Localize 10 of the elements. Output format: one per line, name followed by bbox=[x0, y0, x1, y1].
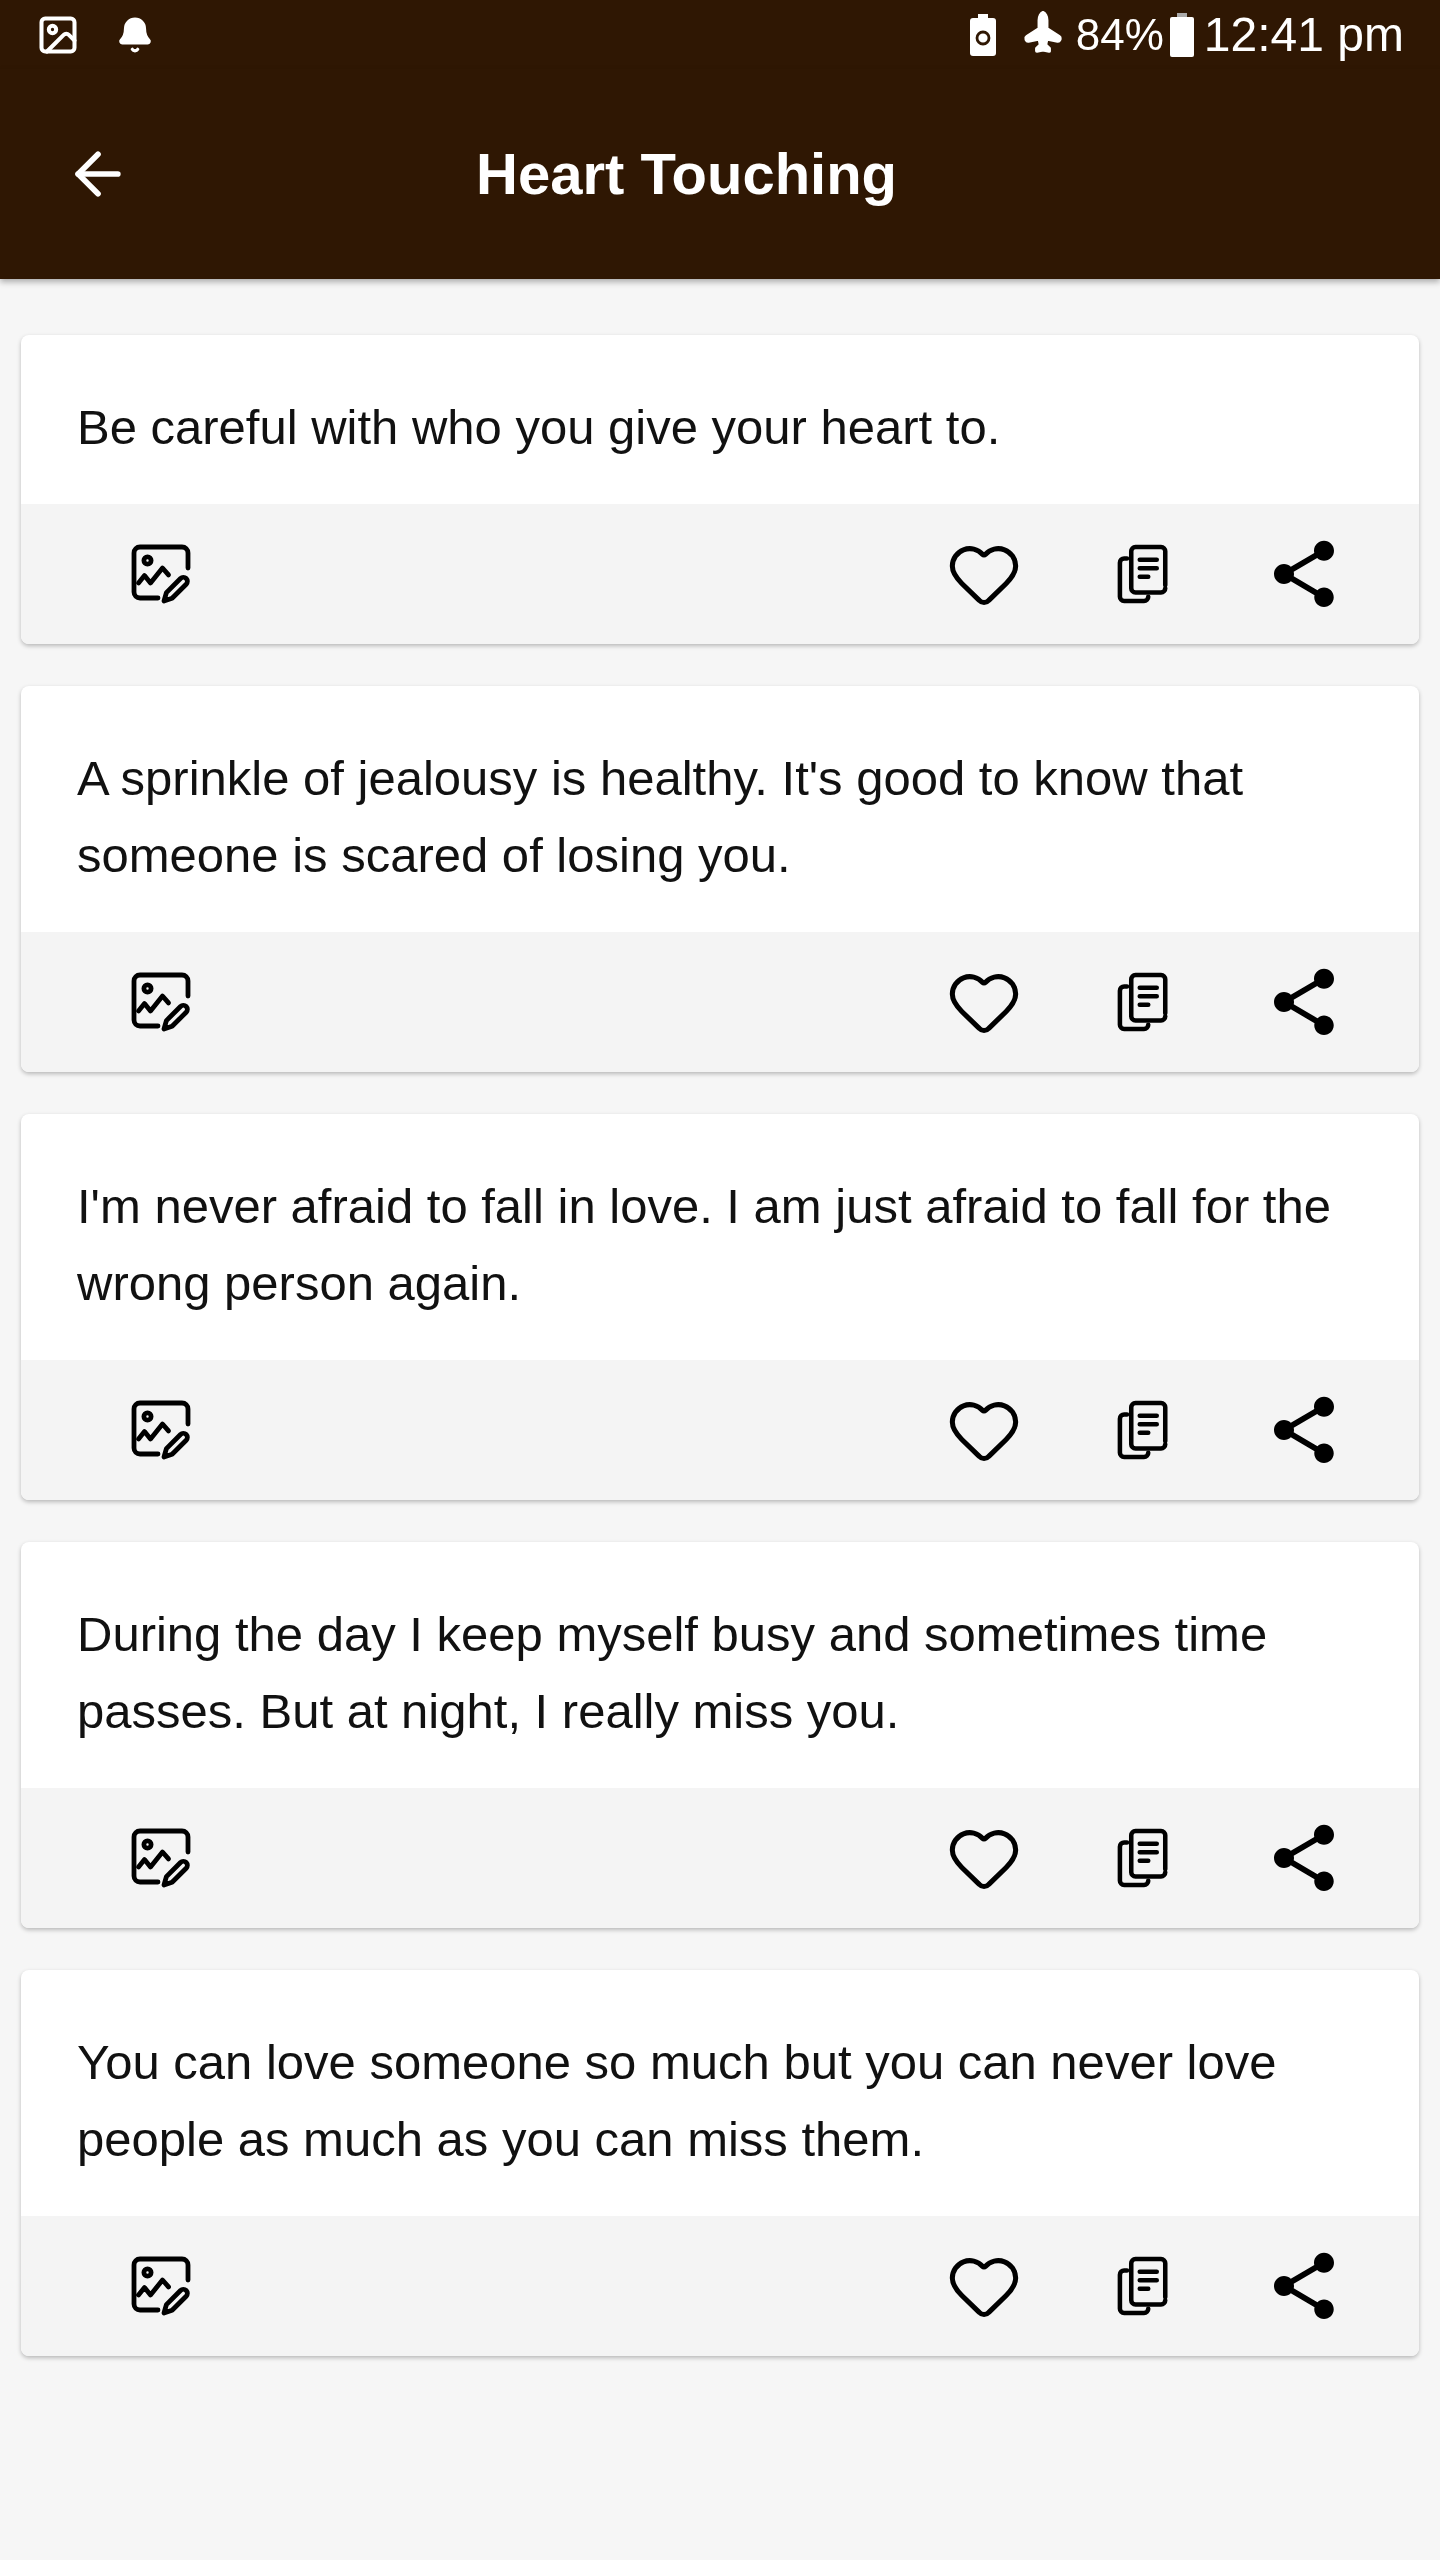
quote-text: Be careful with who you give your heart to. bbox=[77, 399, 1002, 456]
bell-icon bbox=[116, 15, 154, 54]
quote-text: You can love someone so much but you can never love people as much as you can miss them. bbox=[77, 2034, 1278, 2168]
battery-icon bbox=[1169, 12, 1194, 57]
quote-text: During the day I keep myself busy and sometimes time passes. But at night, I really miss you. bbox=[77, 1606, 1269, 1740]
battery-percent: 84% bbox=[1075, 12, 1164, 57]
quote-text: I'm never afraid to fall in love. I am just afraid to fall for the wrong person again. bbox=[77, 1178, 1332, 1312]
battery-saver-icon bbox=[969, 13, 996, 56]
quote-text: A sprinkle of jealousy is healthy. It's good to know that someone is scared of losing you. bbox=[77, 750, 1245, 884]
clock-time: 12:41 pm bbox=[1203, 10, 1404, 59]
